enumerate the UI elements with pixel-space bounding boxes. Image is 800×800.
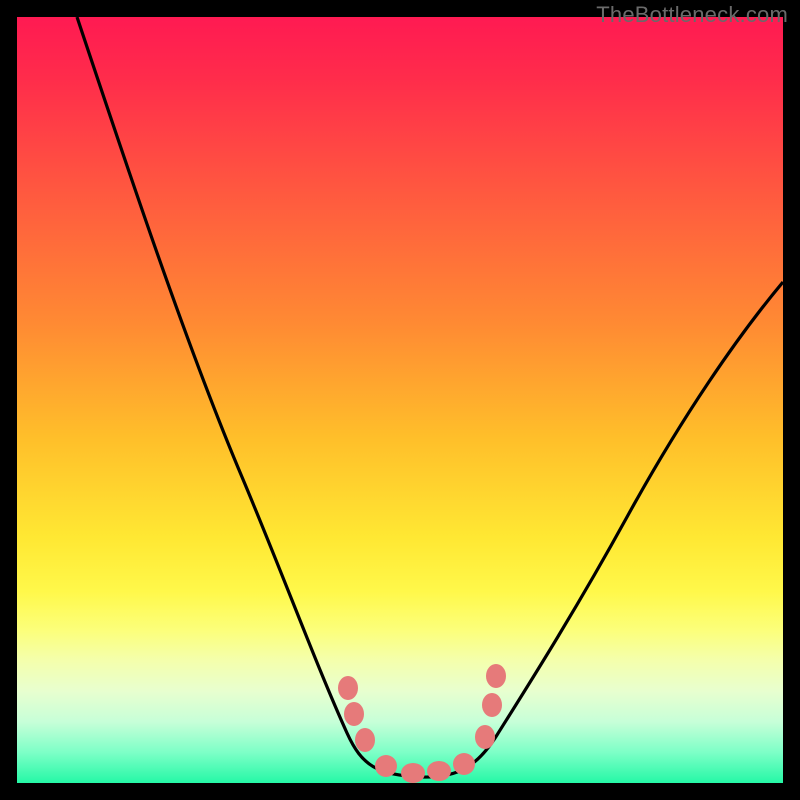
bottleneck-chart xyxy=(17,17,783,783)
curve-marker xyxy=(355,728,375,752)
watermark-text: TheBottleneck.com xyxy=(596,2,788,28)
bottleneck-curve-path xyxy=(77,17,783,777)
chart-frame xyxy=(17,17,783,783)
curve-marker xyxy=(338,676,358,700)
curve-marker xyxy=(475,725,495,749)
curve-marker xyxy=(427,761,451,781)
curve-marker xyxy=(453,753,475,775)
curve-marker xyxy=(482,693,502,717)
curve-marker xyxy=(401,763,425,783)
curve-marker xyxy=(375,755,397,777)
curve-marker xyxy=(344,702,364,726)
curve-marker xyxy=(486,664,506,688)
